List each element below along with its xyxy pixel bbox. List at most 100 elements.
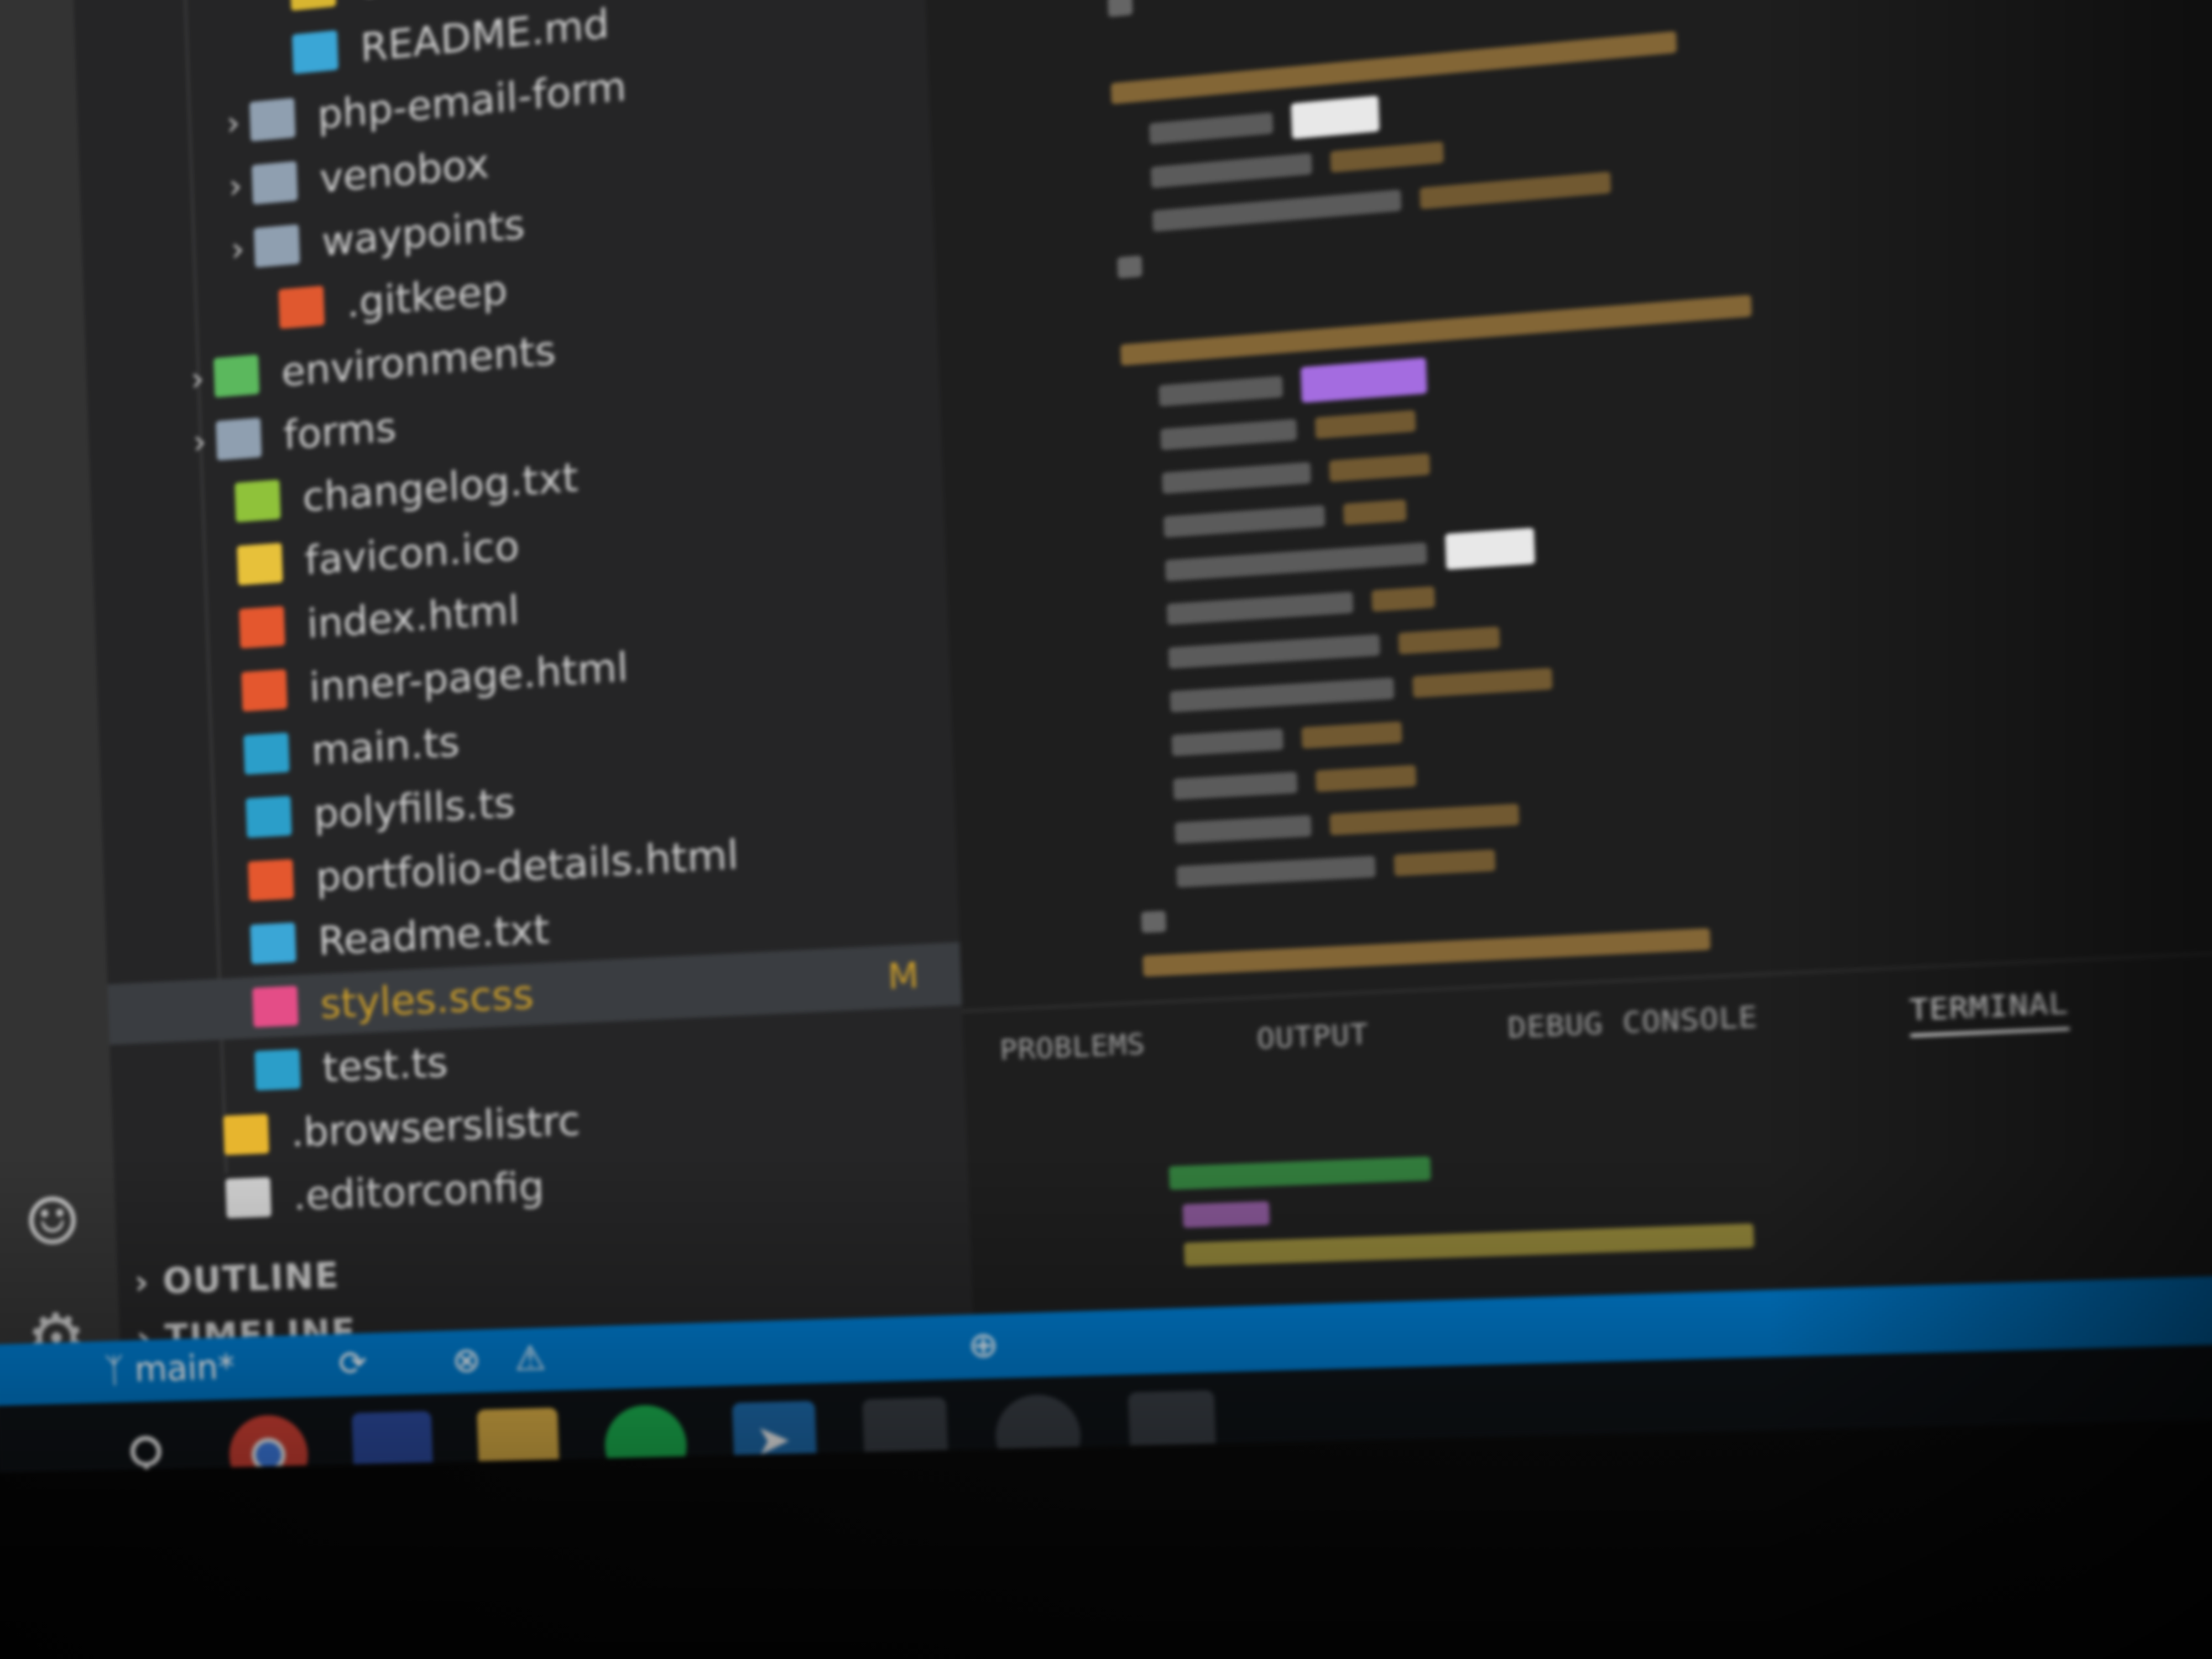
- file-name: changelog.txt: [301, 453, 579, 521]
- css-value: [1371, 586, 1436, 612]
- file-name: .editorconfig: [292, 1163, 545, 1219]
- file-name: .browserslistrc: [290, 1097, 581, 1156]
- css-selector: [1142, 928, 1711, 977]
- problems-indicator[interactable]: ⊗ ⚠: [451, 1338, 546, 1380]
- closing-brace: [1117, 255, 1142, 279]
- tab-terminal[interactable]: TERMINAL: [1908, 986, 2070, 1038]
- css-value: [1329, 453, 1431, 482]
- file-name: venobox: [319, 140, 490, 202]
- css-property: [1175, 815, 1312, 844]
- code-line[interactable]: [1120, 282, 1771, 372]
- file-type-icon: [253, 224, 300, 268]
- tab-problems[interactable]: PROBLEMS: [999, 1027, 1146, 1067]
- css-value: [1301, 721, 1402, 749]
- chevron-right-icon: [190, 1135, 223, 1136]
- css-property: [1166, 591, 1354, 625]
- file-type-icon: [292, 30, 338, 74]
- chevron-right-icon: [204, 566, 238, 568]
- chevron-right-icon: ›: [228, 166, 243, 207]
- mail-icon[interactable]: [351, 1411, 434, 1473]
- git-branch-icon: ᛉ: [103, 1350, 135, 1391]
- tree-item[interactable]: › environments: [180, 319, 557, 411]
- photo-scene: ☺ ⚙ owl.carousel.jsowl.carousel.min.jsRE…: [0, 0, 2212, 1659]
- chevron-right-icon: [220, 1008, 253, 1009]
- file-name: environments: [280, 326, 557, 396]
- file-type-icon: [241, 669, 288, 712]
- code-line[interactable]: [1142, 916, 1730, 983]
- file-type-icon: [223, 1114, 269, 1155]
- terminal-prompt[interactable]: [1003, 1098, 1756, 1319]
- chevron-right-icon: ›: [226, 103, 241, 144]
- file-icon[interactable]: [862, 1397, 950, 1473]
- spotify-icon[interactable]: [603, 1404, 688, 1473]
- chevron-right-icon: [215, 881, 249, 883]
- chrome-icon[interactable]: [228, 1414, 310, 1473]
- warning-icon: ⚠: [514, 1338, 547, 1379]
- tab-output[interactable]: OUTPUT: [1256, 1018, 1369, 1056]
- css-property: [1165, 542, 1427, 582]
- outline-section-header[interactable]: › OUTLINE: [134, 1254, 341, 1302]
- code-line[interactable]: [1117, 243, 1161, 285]
- sync-icon[interactable]: ⟳: [338, 1343, 368, 1384]
- css-value: [1343, 499, 1407, 525]
- css-property: [1170, 677, 1395, 713]
- chevron-right-icon: ›: [133, 1260, 164, 1303]
- code-line[interactable]: [1141, 899, 1185, 940]
- branch-label: main*: [134, 1347, 236, 1390]
- bottom-panel: PROBLEMS OUTPUT DEBUG CONSOLE TERMINAL: [962, 946, 2212, 1317]
- css-property: [1163, 505, 1326, 538]
- css-value: [1314, 410, 1416, 439]
- file-name: inner-page.html: [308, 643, 629, 711]
- search-icon[interactable]: ⚲: [106, 1417, 186, 1473]
- file-name: waypoints: [321, 201, 526, 265]
- chevron-right-icon: ›: [190, 359, 205, 400]
- chevron-right-icon: [259, 54, 293, 58]
- file-type-icon: [250, 922, 296, 964]
- branch-indicator[interactable]: ᛉ main*: [103, 1347, 235, 1390]
- code-line[interactable]: [1107, 0, 1151, 24]
- css-value: [1398, 626, 1500, 655]
- monitor-screen: ☺ ⚙ owl.carousel.jsowl.carousel.min.jsRE…: [0, 0, 2212, 1473]
- css-value: [1315, 764, 1417, 792]
- css-property: [1160, 419, 1297, 451]
- tab-debug-console[interactable]: DEBUG CONSOLE: [1507, 1000, 1758, 1045]
- chevron-right-icon: [208, 692, 242, 694]
- css-property: [1171, 728, 1284, 757]
- file-type-icon: [234, 479, 281, 523]
- web-icon[interactable]: [994, 1394, 1082, 1473]
- code-line[interactable]: [1110, 18, 1697, 111]
- file-type-icon: [290, 0, 336, 11]
- file-type-icon: [246, 796, 292, 838]
- css-property: [1150, 153, 1312, 189]
- css-property: [1149, 112, 1274, 145]
- modified-badge: M: [887, 955, 920, 998]
- css-value: [1419, 171, 1611, 210]
- file-name: favicon.ico: [304, 522, 520, 585]
- color-swatch: [1291, 95, 1380, 139]
- vscode-icon[interactable]: ➤: [732, 1401, 818, 1473]
- file-type-icon: [278, 285, 325, 329]
- folder-icon[interactable]: [477, 1407, 560, 1473]
- file-name: index.html: [306, 586, 520, 648]
- color-swatch: [1300, 357, 1427, 403]
- tree-item[interactable]: .editorconfig: [191, 1156, 545, 1230]
- account-icon[interactable]: ☺: [10, 1173, 95, 1272]
- code-editor[interactable]: [919, 0, 2212, 1010]
- outline-label: OUTLINE: [161, 1254, 341, 1302]
- broadcast-icon: ⊕: [967, 1324, 1000, 1366]
- go-live-button[interactable]: ⊕: [968, 1324, 1000, 1366]
- notes-icon[interactable]: [1128, 1390, 1217, 1473]
- tree-item[interactable]: main.ts: [210, 711, 461, 787]
- file-name: styles.scss: [319, 971, 535, 1028]
- chevron-right-icon: ›: [230, 229, 246, 270]
- chevron-right-icon: [192, 1198, 226, 1199]
- chevron-right-icon: [217, 945, 251, 946]
- file-type-icon: [243, 732, 290, 775]
- file-type-icon: [216, 418, 262, 461]
- tree-item[interactable]: test.ts: [221, 1031, 449, 1103]
- file-type-icon: [237, 542, 283, 586]
- file-name: portfolio-details.html: [315, 831, 739, 901]
- file-type-icon: [248, 859, 294, 901]
- terminal-prompt-shell: [1182, 1201, 1270, 1228]
- file-name: test.ts: [321, 1039, 449, 1092]
